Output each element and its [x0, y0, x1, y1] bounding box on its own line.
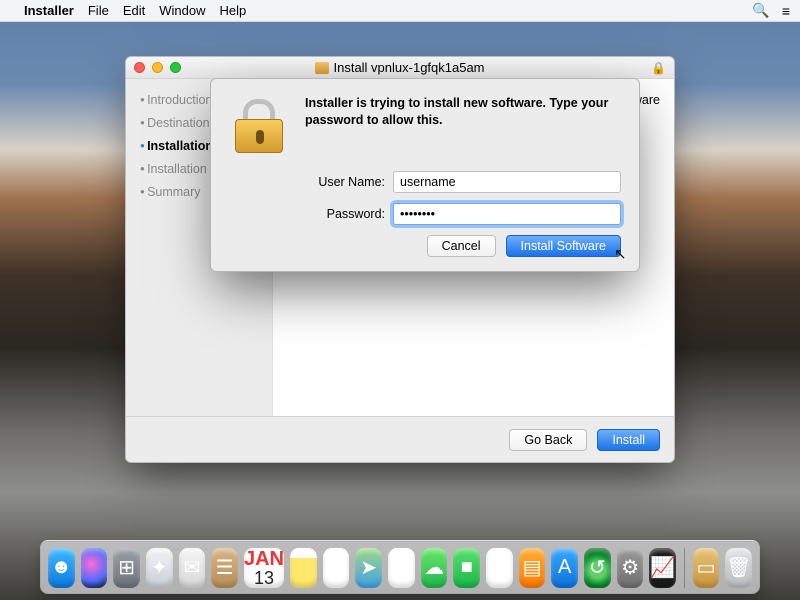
ibooks-icon[interactable]: ▤	[519, 548, 546, 588]
maps-icon[interactable]: ➤	[355, 548, 382, 588]
trash-icon[interactable]: 🗑	[725, 548, 752, 588]
menu-window[interactable]: Window	[159, 3, 205, 18]
reminders-icon[interactable]: ☑	[323, 548, 350, 588]
username-field[interactable]	[393, 171, 621, 193]
mail-icon[interactable]: ✉	[179, 548, 206, 588]
menuextras-icon[interactable]: ≡	[782, 3, 790, 19]
auth-dialog: Installer is trying to install new softw…	[210, 78, 640, 272]
menu-help[interactable]: Help	[219, 3, 246, 18]
contacts-icon[interactable]: ☰	[211, 548, 238, 588]
calendar-icon[interactable]: JAN13	[244, 548, 284, 588]
dock: ☻ ⊞✦✉☰JAN13 ☑➤❀☁■♫▤A↺⚙📈 ▭🗑	[40, 540, 760, 594]
facetime-icon[interactable]: ■	[453, 548, 480, 588]
itunes-icon[interactable]: ♫	[486, 548, 513, 588]
spotlight-icon[interactable]: 🔍	[752, 2, 769, 19]
installer-footer: Go Back Install	[126, 416, 674, 462]
window-title: Install vpnlux-1gfqk1a5am	[126, 60, 674, 75]
appstore-icon[interactable]: A	[551, 548, 578, 588]
lock-large-icon	[229, 95, 289, 155]
install-software-button[interactable]: Install Software	[506, 235, 621, 257]
siri-icon[interactable]	[81, 548, 108, 588]
installer-pkg-icon[interactable]: ▭	[693, 548, 720, 588]
password-label: Password:	[305, 207, 385, 221]
package-icon	[315, 62, 329, 74]
cancel-button[interactable]: Cancel	[427, 235, 496, 257]
photos-icon[interactable]: ❀	[388, 548, 415, 588]
timemachine-icon[interactable]: ↺	[584, 548, 611, 588]
safari-icon[interactable]: ✦	[146, 548, 173, 588]
notes-icon[interactable]	[290, 548, 317, 588]
menu-file[interactable]: File	[88, 3, 109, 18]
auth-heading: Installer is trying to install new softw…	[305, 95, 621, 129]
launchpad-icon[interactable]: ⊞	[113, 548, 140, 588]
app-menu[interactable]: Installer	[24, 3, 74, 18]
install-button[interactable]: Install	[597, 429, 660, 451]
menu-edit[interactable]: Edit	[123, 3, 145, 18]
activity-icon[interactable]: 📈	[649, 548, 676, 588]
menubar: Installer File Edit Window Help 🔍 ≡	[0, 0, 800, 22]
password-field[interactable]	[393, 203, 621, 225]
sysprefs-icon[interactable]: ⚙	[617, 548, 644, 588]
titlebar[interactable]: Install vpnlux-1gfqk1a5am 🔒	[126, 57, 674, 79]
dock-divider	[684, 548, 685, 588]
lock-icon[interactable]: 🔒	[651, 61, 666, 75]
finder-icon[interactable]: ☻	[48, 548, 75, 588]
username-label: User Name:	[305, 175, 385, 189]
go-back-button[interactable]: Go Back	[509, 429, 587, 451]
messages-icon[interactable]: ☁	[421, 548, 448, 588]
